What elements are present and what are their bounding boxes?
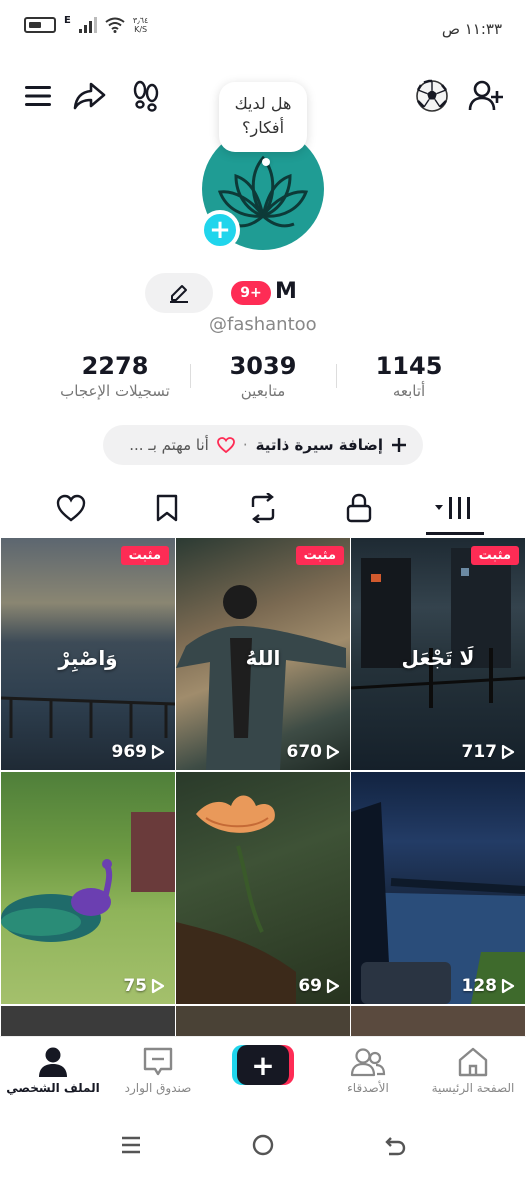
- followers-label: متابعين: [240, 382, 286, 400]
- video-thumbnail[interactable]: [351, 1006, 525, 1036]
- nav-home-label: الصفحة الرئيسية: [431, 1081, 515, 1095]
- heart-icon: [216, 437, 235, 453]
- person-filled-icon: [39, 1047, 67, 1077]
- repost-icon: [251, 493, 275, 523]
- create-button[interactable]: +: [232, 1045, 294, 1085]
- pinned-badge: مثبت: [295, 546, 344, 565]
- notification-badge[interactable]: 9+: [231, 281, 271, 305]
- bottom-nav: الملف الشخصي صندوق الوارد + الأصدقاء الص…: [0, 1036, 526, 1106]
- nav-friends[interactable]: الأصدقاء: [318, 1045, 418, 1095]
- share-icon[interactable]: [70, 76, 110, 116]
- back-icon[interactable]: [375, 1128, 415, 1162]
- home-icon: [458, 1047, 488, 1077]
- following-label: أتابعه: [392, 382, 426, 400]
- tab-private[interactable]: [337, 486, 381, 530]
- likes-label: تسجيلات الإعجاب: [60, 382, 170, 400]
- play-icon: [151, 744, 165, 760]
- pinned-badge: مثبت: [120, 546, 169, 565]
- tab-reposts[interactable]: [241, 486, 285, 530]
- status-bar: E ٣٫٦٤ K/S ١١:٣٣ ص: [0, 0, 526, 60]
- pinned-badge: مثبت: [470, 546, 519, 565]
- likes-count: 2278: [81, 352, 149, 380]
- video-overlay-text: وَاصْبِرْ: [58, 646, 118, 670]
- soccer-ball-icon[interactable]: [412, 76, 452, 116]
- status-time: ١١:٣٣ ص: [441, 20, 502, 38]
- bio-pill[interactable]: أنا مهتم بـ ... · إضافة سيرة ذاتية: [103, 425, 423, 465]
- tab-favorites[interactable]: [145, 486, 189, 530]
- nav-profile[interactable]: الملف الشخصي: [3, 1045, 103, 1095]
- video-thumbnail[interactable]: مثبت لَا تَجْعَل 717: [351, 538, 525, 770]
- system-nav-bar: [0, 1112, 526, 1178]
- play-icon: [151, 978, 165, 994]
- lake-illustration: [351, 802, 525, 1004]
- play-icon: [326, 978, 340, 994]
- plus-icon: +: [237, 1045, 289, 1085]
- inbox-icon: [143, 1047, 173, 1076]
- view-count: 717: [462, 742, 516, 762]
- wifi-icon: [105, 17, 125, 33]
- flower-illustration: [176, 795, 296, 1004]
- battery-icon: [24, 17, 56, 33]
- followers-count: 3039: [229, 352, 297, 380]
- view-count: 75: [123, 976, 165, 996]
- view-count: 969: [112, 742, 166, 762]
- video-thumbnail[interactable]: [1, 1006, 175, 1036]
- signal-icon: [78, 17, 97, 33]
- network-speed: ٣٫٦٤ K/S: [132, 16, 149, 34]
- plus-icon: [392, 438, 406, 452]
- network-type: E: [64, 14, 71, 26]
- thought-bubble[interactable]: هل لديك أفكار؟: [219, 82, 307, 152]
- edit-profile-button[interactable]: [145, 273, 213, 313]
- video-thumbnail[interactable]: مثبت اللهُ 670: [176, 538, 350, 770]
- nav-profile-label: الملف الشخصي: [6, 1081, 100, 1095]
- nav-inbox-label: صندوق الوارد: [124, 1081, 192, 1095]
- bookmark-icon: [156, 494, 178, 522]
- video-overlay-text: اللهُ: [245, 646, 281, 670]
- add-friend-icon[interactable]: [466, 76, 506, 116]
- video-thumbnail[interactable]: 75: [1, 772, 175, 1004]
- footprints-icon[interactable]: [126, 76, 166, 116]
- grid-dropdown-icon: [435, 497, 470, 519]
- video-thumbnail[interactable]: 128: [351, 772, 525, 1004]
- video-thumbnail[interactable]: [176, 1006, 350, 1036]
- following-stat[interactable]: 1145 أتابعه: [334, 352, 484, 400]
- pencil-icon: [170, 285, 188, 303]
- view-count: 69: [298, 976, 340, 996]
- video-thumbnail[interactable]: 69: [176, 772, 350, 1004]
- likes-stat[interactable]: 2278 تسجيلات الإعجاب: [40, 352, 190, 400]
- lock-icon: [346, 493, 372, 523]
- video-thumbnail[interactable]: مثبت وَاصْبِرْ 969: [1, 538, 175, 770]
- content-tabs: [0, 486, 526, 534]
- view-count: 670: [287, 742, 341, 762]
- interest-text[interactable]: أنا مهتم بـ ...: [129, 436, 209, 454]
- nav-home[interactable]: الصفحة الرئيسية: [423, 1045, 523, 1095]
- status-icons: E ٣٫٦٤ K/S: [24, 14, 149, 34]
- tab-videos[interactable]: [426, 486, 484, 530]
- tab-liked[interactable]: [49, 486, 93, 530]
- nav-friends-label: الأصدقاء: [347, 1081, 389, 1095]
- active-tab-indicator: [426, 532, 484, 535]
- play-icon: [501, 744, 515, 760]
- view-count: 128: [462, 976, 516, 996]
- home-circle-icon[interactable]: [243, 1128, 283, 1162]
- add-bio-link[interactable]: إضافة سيرة ذاتية: [256, 436, 383, 454]
- bio-separator: ·: [242, 436, 248, 454]
- heart-outline-icon: [56, 494, 86, 522]
- menu-icon[interactable]: [18, 76, 58, 116]
- add-story-button[interactable]: +: [200, 210, 240, 250]
- thought-bubble-tail: [262, 158, 270, 166]
- friends-icon: [350, 1048, 386, 1077]
- username: @fashantoo: [209, 314, 317, 335]
- display-name: M: [275, 279, 297, 304]
- followers-stat[interactable]: 3039 متابعين: [188, 352, 338, 400]
- play-icon: [501, 978, 515, 994]
- play-icon: [326, 744, 340, 760]
- nav-inbox[interactable]: صندوق الوارد: [108, 1045, 208, 1095]
- following-count: 1145: [375, 352, 443, 380]
- peacock-illustration: [1, 812, 175, 942]
- recent-apps-icon[interactable]: [111, 1128, 151, 1162]
- video-overlay-text: لَا تَجْعَل: [401, 646, 475, 670]
